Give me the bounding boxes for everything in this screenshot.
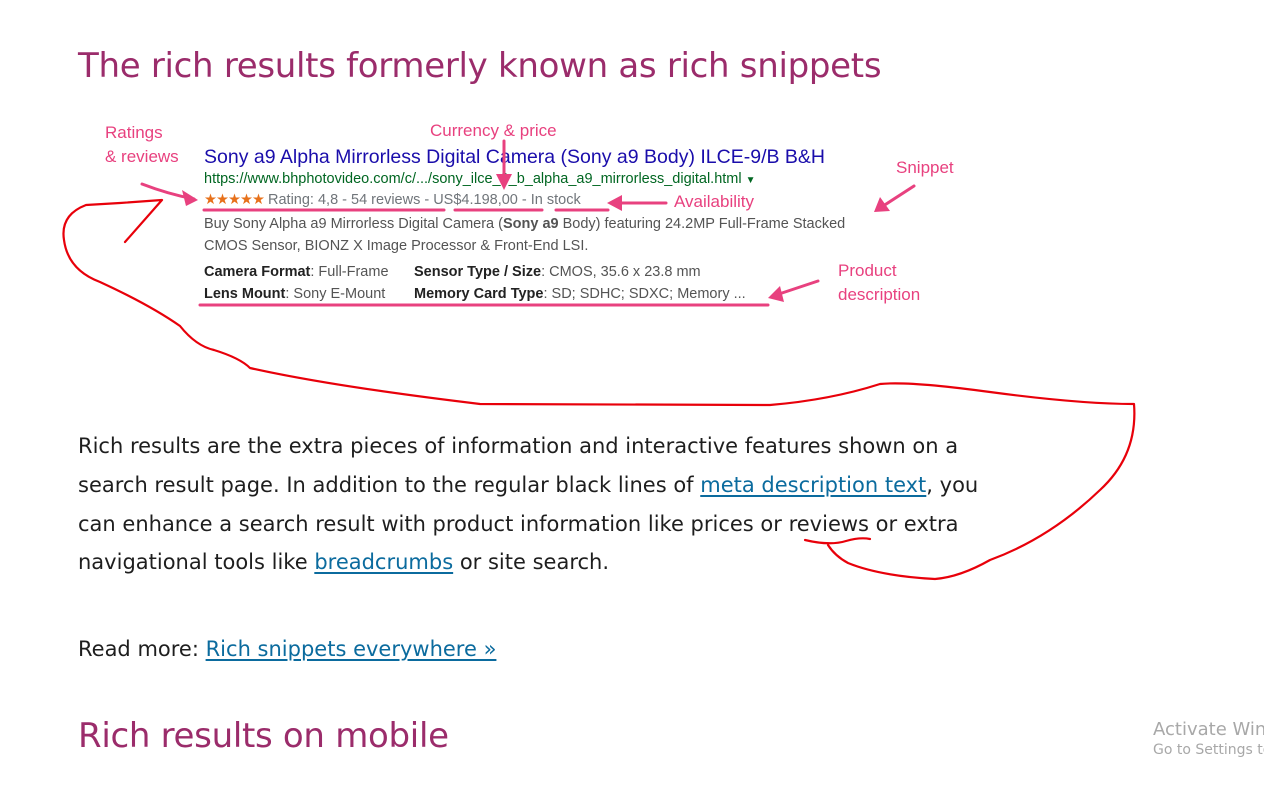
attr-label: Lens Mount xyxy=(204,286,286,302)
attr-value: : CMOS, 35.6 x 23.8 mm xyxy=(541,264,701,280)
result-attributes: Camera Format: Full-Frame Sensor Type / … xyxy=(204,261,746,305)
label-description: description xyxy=(838,285,921,304)
result-rating-text: Rating: 4,8 - 54 reviews - US$4.198,00 -… xyxy=(268,192,581,208)
label-product: Product xyxy=(838,261,897,280)
caret-down-icon: ▼ xyxy=(745,175,756,186)
watermark-line1: Activate Win xyxy=(1153,719,1264,740)
paragraph-text: or site search. xyxy=(453,550,610,575)
arrowhead-ratings xyxy=(182,190,198,206)
attr-value: : SD; SDHC; SDXC; Memory ... xyxy=(543,286,746,302)
label-reviews: & reviews xyxy=(105,147,179,166)
attr-memory: Memory Card Type: SD; SDHC; SDXC; Memory… xyxy=(414,283,746,305)
read-more: Read more: Rich snippets everywhere » xyxy=(78,632,496,666)
result-url: https://www.bhphotovideo.com/c/.../sony_… xyxy=(204,171,756,187)
arrowhead-availability xyxy=(607,195,622,211)
annotation-arrows xyxy=(140,139,916,307)
heading-rich-results-mobile: Rich results on mobile xyxy=(78,716,449,756)
attr-label: Sensor Type / Size xyxy=(414,264,542,280)
watermark-line2: Go to Settings to xyxy=(1153,742,1264,758)
label-ratings: Ratings xyxy=(105,123,163,142)
read-more-label: Read more: xyxy=(78,637,206,661)
label-availability: Availability xyxy=(674,192,755,211)
attr-sensor: Sensor Type / Size: CMOS, 35.6 x 23.8 mm xyxy=(414,261,701,283)
activate-windows-watermark: Activate Win Go to Settings to xyxy=(1153,719,1264,758)
link-rich-snippets-everywhere[interactable]: Rich snippets everywhere » xyxy=(206,637,497,661)
link-breadcrumbs[interactable]: breadcrumbs xyxy=(314,550,453,574)
result-url-text: https://www.bhphotovideo.com/c/.../sony_… xyxy=(204,171,742,187)
result-rating-line: ★★★★★ Rating: 4,8 - 54 reviews - US$4.198… xyxy=(204,192,581,208)
attr-value: : Full-Frame xyxy=(310,264,389,280)
intro-paragraph: Rich results are the extra pieces of inf… xyxy=(78,427,998,582)
attr-value: : Sony E-Mount xyxy=(285,286,386,302)
star-rating-icon: ★★★★★ xyxy=(204,192,265,208)
attr-camera-format: Camera Format: Full-Frame xyxy=(204,261,414,283)
label-snippet: Snippet xyxy=(896,158,954,177)
rich-snippet-figure: Ratings & reviews Currency & price Snipp… xyxy=(0,0,1264,420)
label-currency-price: Currency & price xyxy=(430,121,557,140)
attr-lens-mount: Lens Mount: Sony E-Mount xyxy=(204,283,414,305)
arrowhead-product xyxy=(768,286,784,302)
arrow-ratings xyxy=(140,182,196,201)
arrow-product xyxy=(774,279,820,297)
arrowhead-snippet xyxy=(874,197,890,212)
arrow-snippet xyxy=(878,184,916,210)
result-description: Buy Sony Alpha a9 Mirrorless Digital Cam… xyxy=(204,213,845,257)
desc-line-2: CMOS Sensor, BIONZ X Image Processor & F… xyxy=(204,238,589,254)
result-title: Sony a9 Alpha Mirrorless Digital Camera … xyxy=(204,146,826,168)
desc-text: Body) featuring 24.2MP Full-Frame Stacke… xyxy=(558,216,846,232)
attr-label: Memory Card Type xyxy=(414,286,544,302)
desc-bold: Sony a9 xyxy=(502,216,559,232)
desc-text: Buy Sony Alpha a9 Mirrorless Digital Cam… xyxy=(204,216,503,232)
link-meta-description[interactable]: meta description text xyxy=(700,473,926,497)
attr-label: Camera Format xyxy=(204,264,311,280)
